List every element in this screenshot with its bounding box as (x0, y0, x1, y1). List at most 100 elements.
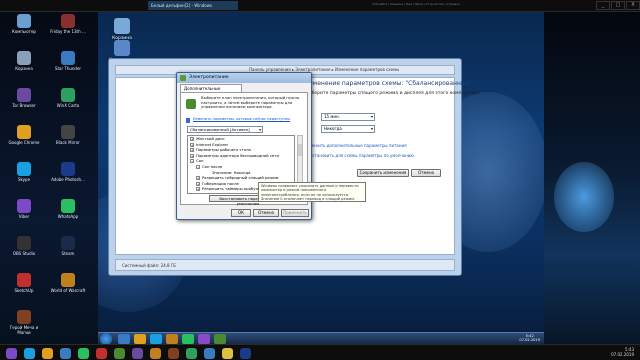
host-icon-label: WinX Carta (56, 103, 80, 108)
dialog-cancel-button[interactable]: Отмена (253, 209, 279, 217)
app-icon (17, 14, 31, 28)
host-taskbar-app-icon[interactable] (186, 348, 197, 359)
ok-button[interactable]: ОК (231, 209, 251, 217)
host-desktop-icon[interactable]: SketchUp (4, 273, 44, 293)
tree-label: Разрешить гибридный спящий режим (202, 175, 279, 181)
save-changes-button[interactable]: Сохранить изменения (357, 169, 409, 177)
host-taskbar-app-icon[interactable] (132, 348, 143, 359)
host-taskbar-app-icon[interactable] (42, 348, 53, 359)
tree-label: Сон (196, 158, 204, 164)
expand-icon[interactable]: + (190, 153, 194, 158)
display-off-select[interactable]: 15 мин. ▾ (321, 113, 375, 121)
change-unavailable-link[interactable]: Изменить параметры, которые сейчас недос… (193, 117, 290, 121)
host-desktop-icon[interactable]: Steam (48, 236, 88, 256)
taskbar-app-icon[interactable] (150, 334, 162, 344)
expand-icon[interactable]: + (190, 142, 194, 147)
app-icon (17, 236, 31, 250)
battery-icon (186, 99, 196, 109)
host-taskbar-app-icon[interactable] (150, 348, 161, 359)
vm-taskbar: 5:42 07.02.2019 (98, 332, 544, 345)
taskbar-app-icon[interactable] (198, 334, 210, 344)
page-subtitle: Выберите параметры спящего режима и дисп… (305, 91, 481, 96)
host-icon-label: Friday the 13th ... (50, 29, 86, 34)
butterfly-glow (554, 162, 614, 232)
display-off-value: 15 мин. (324, 114, 340, 119)
plan-select[interactable]: Сбалансированный [Активен] ▾ (187, 126, 263, 133)
host-taskbar-app-icon[interactable] (168, 348, 179, 359)
host-desktop-icon[interactable]: Корзина (4, 51, 44, 71)
sleep-value: Никогда (324, 126, 342, 131)
scroll-thumb[interactable] (298, 144, 302, 156)
host-desktop-icon[interactable]: OBS Studio (4, 236, 44, 256)
tree-label: Параметры адаптера беспроводной сети (196, 152, 279, 158)
vm-menu-bar[interactable]: VirtualBox | Машина | Вид | Ввод | Устро… (372, 2, 460, 6)
host-desktop-icon[interactable]: Tor Browser (4, 88, 44, 108)
advanced-settings-link[interactable]: Изменить дополнительные параметры питани… (305, 143, 406, 148)
sleep-select[interactable]: Никогда ▾ (321, 125, 375, 133)
host-desktop-icon[interactable]: Google Chrome (4, 125, 44, 145)
apply-button[interactable]: Применить (281, 209, 309, 217)
tree-label: Параметры рабочего стола (196, 147, 251, 153)
host-icon-label: WhatsApp (57, 214, 79, 219)
expand-icon[interactable]: + (190, 137, 194, 141)
host-desktop-icon[interactable]: Компьютер (4, 14, 44, 34)
vm-clock[interactable]: 5:42 07.02.2019 (519, 334, 540, 343)
dialog-title-bar[interactable]: Электропитание (177, 73, 311, 83)
outer-title-bar: Белый дельфин[2] - Windows VirtualBox | … (0, 0, 640, 12)
host-taskbar-app-icon[interactable] (204, 348, 215, 359)
host-icon-label: World of Warcraft (50, 288, 86, 293)
host-taskbar-app-icon[interactable] (222, 348, 233, 359)
taskbar-app-icon[interactable] (214, 334, 226, 344)
host-desktop-icon[interactable]: WinX Carta (48, 88, 88, 108)
host-desktop-icon[interactable]: WhatsApp (48, 199, 88, 219)
host-desktop-icon[interactable]: Герой Меча и Магии (4, 310, 44, 335)
cancel-button[interactable]: Отмена (411, 169, 441, 177)
expand-icon[interactable]: + (196, 187, 200, 192)
host-icon-label: Black Mirror (56, 140, 80, 145)
maximize-button[interactable]: □ (611, 1, 625, 10)
expand-icon[interactable]: + (196, 176, 200, 181)
vm-desktop-icon[interactable]: Корзина (104, 18, 140, 41)
tree-label: Гибернация после (202, 180, 239, 186)
vm-window-title[interactable]: Белый дельфин[2] - Windows (148, 1, 238, 10)
host-taskbar-app-icon[interactable] (60, 348, 71, 359)
screen-root: Белый дельфин[2] - Windows VirtualBox | … (0, 0, 640, 360)
host-desktop-icon[interactable]: Skype (4, 162, 44, 182)
host-desktop-icon[interactable]: Black Mirror (48, 125, 88, 145)
expand-icon[interactable]: + (196, 181, 200, 186)
host-desktop-icon[interactable]: World of Warcraft (48, 273, 88, 293)
taskbar-app-icon[interactable] (166, 334, 178, 344)
minimize-button[interactable]: _ (596, 1, 610, 10)
host-taskbar-app-icon[interactable] (24, 348, 35, 359)
power-icon (180, 75, 186, 81)
host-desktop-icon[interactable]: Friday the 13th ... (48, 14, 88, 34)
host-taskbar-app-icon[interactable] (6, 348, 17, 359)
tree-label: Жесткий диск (196, 136, 225, 141)
app-icon (17, 273, 31, 287)
plan-value: Сбалансированный [Активен] (190, 127, 250, 132)
close-button[interactable]: X (626, 1, 640, 10)
restore-defaults-link[interactable]: Восстановить для схемы параметры по умол… (305, 153, 414, 158)
host-taskbar-app-icon[interactable] (96, 348, 107, 359)
tree-row[interactable]: + Параметры адаптера беспроводной сети (188, 153, 294, 159)
host-taskbar-app-icon[interactable] (78, 348, 89, 359)
host-date: 07.02.2019 (611, 352, 634, 357)
taskbar-app-icon[interactable] (118, 334, 130, 344)
host-clock[interactable]: 5:43 07.02.2019 (611, 347, 634, 357)
host-icon-label: Корзина (15, 66, 33, 71)
host-desktop-icon[interactable]: Viber (4, 199, 44, 219)
app-icon (17, 51, 31, 65)
host-icon-label: Skype (17, 177, 31, 182)
app-icon (61, 14, 75, 28)
host-taskbar-app-icon[interactable] (240, 348, 251, 359)
host-desktop-icon[interactable]: Star Thunder (48, 51, 88, 71)
collapse-icon[interactable]: − (190, 159, 194, 164)
taskbar-app-icon[interactable] (182, 334, 194, 344)
host-taskbar-app-icon[interactable] (114, 348, 125, 359)
taskbar-app-icon[interactable] (134, 334, 146, 344)
host-taskbar: 5:43 07.02.2019 (0, 344, 640, 360)
collapse-icon[interactable]: − (196, 164, 200, 169)
expand-icon[interactable]: + (190, 148, 194, 153)
host-icon-label: OBS Studio (12, 251, 36, 256)
host-desktop-icon[interactable]: Adobe Photosh... (48, 162, 88, 182)
